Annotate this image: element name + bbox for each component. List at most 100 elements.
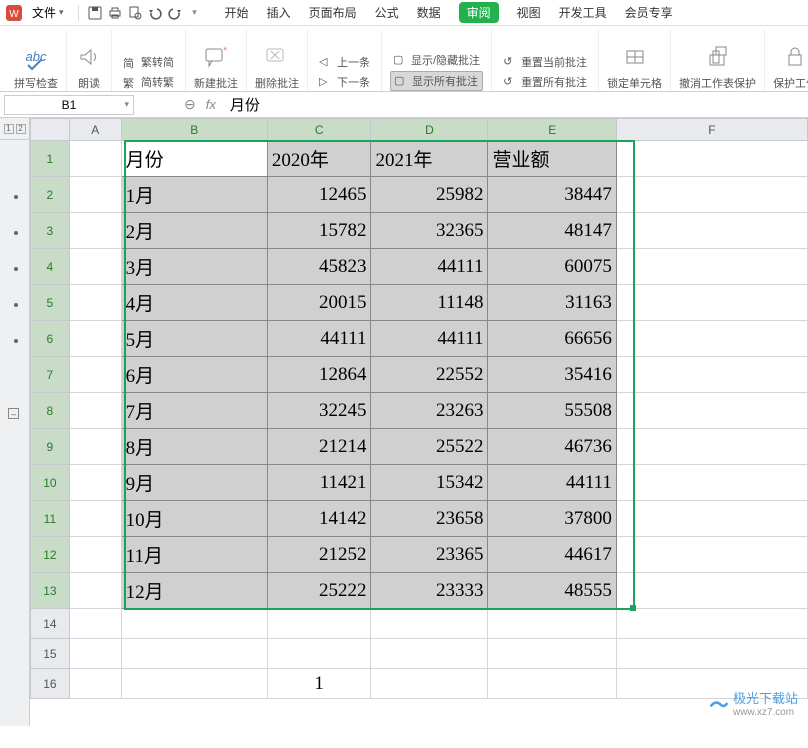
tab-data[interactable]: 数据: [417, 4, 441, 21]
tab-view[interactable]: 视图: [517, 4, 541, 21]
cell[interactable]: [267, 639, 371, 669]
cell[interactable]: 营业额: [488, 141, 616, 177]
redo-icon[interactable]: [167, 5, 183, 21]
cancel-edit-icon[interactable]: ⊖: [184, 96, 196, 113]
cell[interactable]: [616, 177, 807, 213]
tab-developer[interactable]: 开发工具: [559, 4, 607, 21]
cell[interactable]: [371, 639, 488, 669]
cell[interactable]: 21252: [267, 537, 371, 573]
row-header[interactable]: 5: [31, 285, 70, 321]
file-menu[interactable]: 文件 ▾: [26, 2, 70, 23]
cell[interactable]: [616, 639, 807, 669]
cell[interactable]: [69, 609, 121, 639]
cell[interactable]: 23263: [371, 393, 488, 429]
cell[interactable]: [69, 249, 121, 285]
tab-pagelayout[interactable]: 页面布局: [309, 4, 357, 21]
cell[interactable]: [616, 465, 807, 501]
row-header[interactable]: 12: [31, 537, 70, 573]
cell[interactable]: [371, 609, 488, 639]
cell[interactable]: 55508: [488, 393, 616, 429]
cell[interactable]: 8月: [121, 429, 267, 465]
cell[interactable]: 22552: [371, 357, 488, 393]
fx-icon[interactable]: fx: [206, 97, 216, 112]
to-trad-button[interactable]: 繁简转繁: [120, 73, 177, 91]
cell[interactable]: [121, 609, 267, 639]
cell[interactable]: 11148: [371, 285, 488, 321]
cell[interactable]: 48147: [488, 213, 616, 249]
cell[interactable]: 44111: [371, 249, 488, 285]
del-comment-group[interactable]: 删除批注: [247, 30, 308, 91]
cell[interactable]: 1月: [121, 177, 267, 213]
cell[interactable]: [69, 357, 121, 393]
cell[interactable]: [616, 249, 807, 285]
reset-all-button[interactable]: ↺重置所有批注: [500, 73, 590, 91]
cell[interactable]: 20015: [267, 285, 371, 321]
tab-member[interactable]: 会员专享: [625, 4, 673, 21]
row-header[interactable]: 10: [31, 465, 70, 501]
cell[interactable]: 2020年: [267, 141, 371, 177]
cell[interactable]: 25522: [371, 429, 488, 465]
cell[interactable]: [267, 609, 371, 639]
spellcheck-group[interactable]: abc 拼写检查: [6, 30, 67, 91]
cell[interactable]: 1: [267, 669, 371, 699]
row-header[interactable]: 7: [31, 357, 70, 393]
save-icon[interactable]: [87, 5, 103, 21]
cell[interactable]: 15342: [371, 465, 488, 501]
cell[interactable]: [616, 213, 807, 249]
cell[interactable]: [69, 393, 121, 429]
cell[interactable]: 23333: [371, 573, 488, 609]
col-header-a[interactable]: A: [69, 119, 121, 141]
cell[interactable]: [69, 501, 121, 537]
cell[interactable]: 32245: [267, 393, 371, 429]
cell[interactable]: 66656: [488, 321, 616, 357]
row-header[interactable]: 3: [31, 213, 70, 249]
cell[interactable]: 23365: [371, 537, 488, 573]
cell[interactable]: [616, 321, 807, 357]
col-header-f[interactable]: F: [616, 119, 807, 141]
row-header[interactable]: 6: [31, 321, 70, 357]
qat-dropdown-icon[interactable]: ▾: [187, 5, 203, 21]
cell[interactable]: 2月: [121, 213, 267, 249]
tab-home[interactable]: 开始: [225, 4, 249, 21]
cell[interactable]: [616, 429, 807, 465]
prev-comment-button[interactable]: ◁上一条: [316, 53, 373, 71]
tab-review[interactable]: 审阅: [459, 2, 499, 23]
cell[interactable]: 5月: [121, 321, 267, 357]
cell[interactable]: [616, 141, 807, 177]
row-header[interactable]: 2: [31, 177, 70, 213]
cell[interactable]: [121, 639, 267, 669]
cell[interactable]: [488, 639, 616, 669]
cell[interactable]: [69, 537, 121, 573]
tab-insert[interactable]: 插入: [267, 4, 291, 21]
cell[interactable]: 3月: [121, 249, 267, 285]
print-icon[interactable]: [107, 5, 123, 21]
cell[interactable]: 44111: [267, 321, 371, 357]
cell[interactable]: [488, 609, 616, 639]
cell[interactable]: 9月: [121, 465, 267, 501]
cell[interactable]: 46736: [488, 429, 616, 465]
cell[interactable]: [121, 669, 267, 699]
cell[interactable]: 44111: [371, 321, 488, 357]
cell[interactable]: 44111: [488, 465, 616, 501]
row-header[interactable]: 15: [31, 639, 70, 669]
cell[interactable]: [616, 357, 807, 393]
outline-collapse-button[interactable]: –: [8, 408, 19, 419]
row-header[interactable]: 16: [31, 669, 70, 699]
print-preview-icon[interactable]: [127, 5, 143, 21]
select-all-corner[interactable]: [31, 119, 70, 141]
cell[interactable]: [616, 609, 807, 639]
cell[interactable]: 4月: [121, 285, 267, 321]
cell[interactable]: 45823: [267, 249, 371, 285]
cell[interactable]: [616, 537, 807, 573]
protect-wb-group[interactable]: 保护工作: [765, 30, 808, 91]
cell[interactable]: [616, 501, 807, 537]
cell[interactable]: 25982: [371, 177, 488, 213]
cell[interactable]: 21214: [267, 429, 371, 465]
cell[interactable]: [69, 213, 121, 249]
cell[interactable]: 12月: [121, 573, 267, 609]
name-box[interactable]: B1 ▾: [4, 95, 134, 115]
spreadsheet-grid[interactable]: A B C D E F 1月份2020年2021年营业额 21月12465259…: [30, 118, 808, 699]
reset-current-button[interactable]: ↺重置当前批注: [500, 53, 590, 71]
cell[interactable]: 11月: [121, 537, 267, 573]
cell[interactable]: 23658: [371, 501, 488, 537]
